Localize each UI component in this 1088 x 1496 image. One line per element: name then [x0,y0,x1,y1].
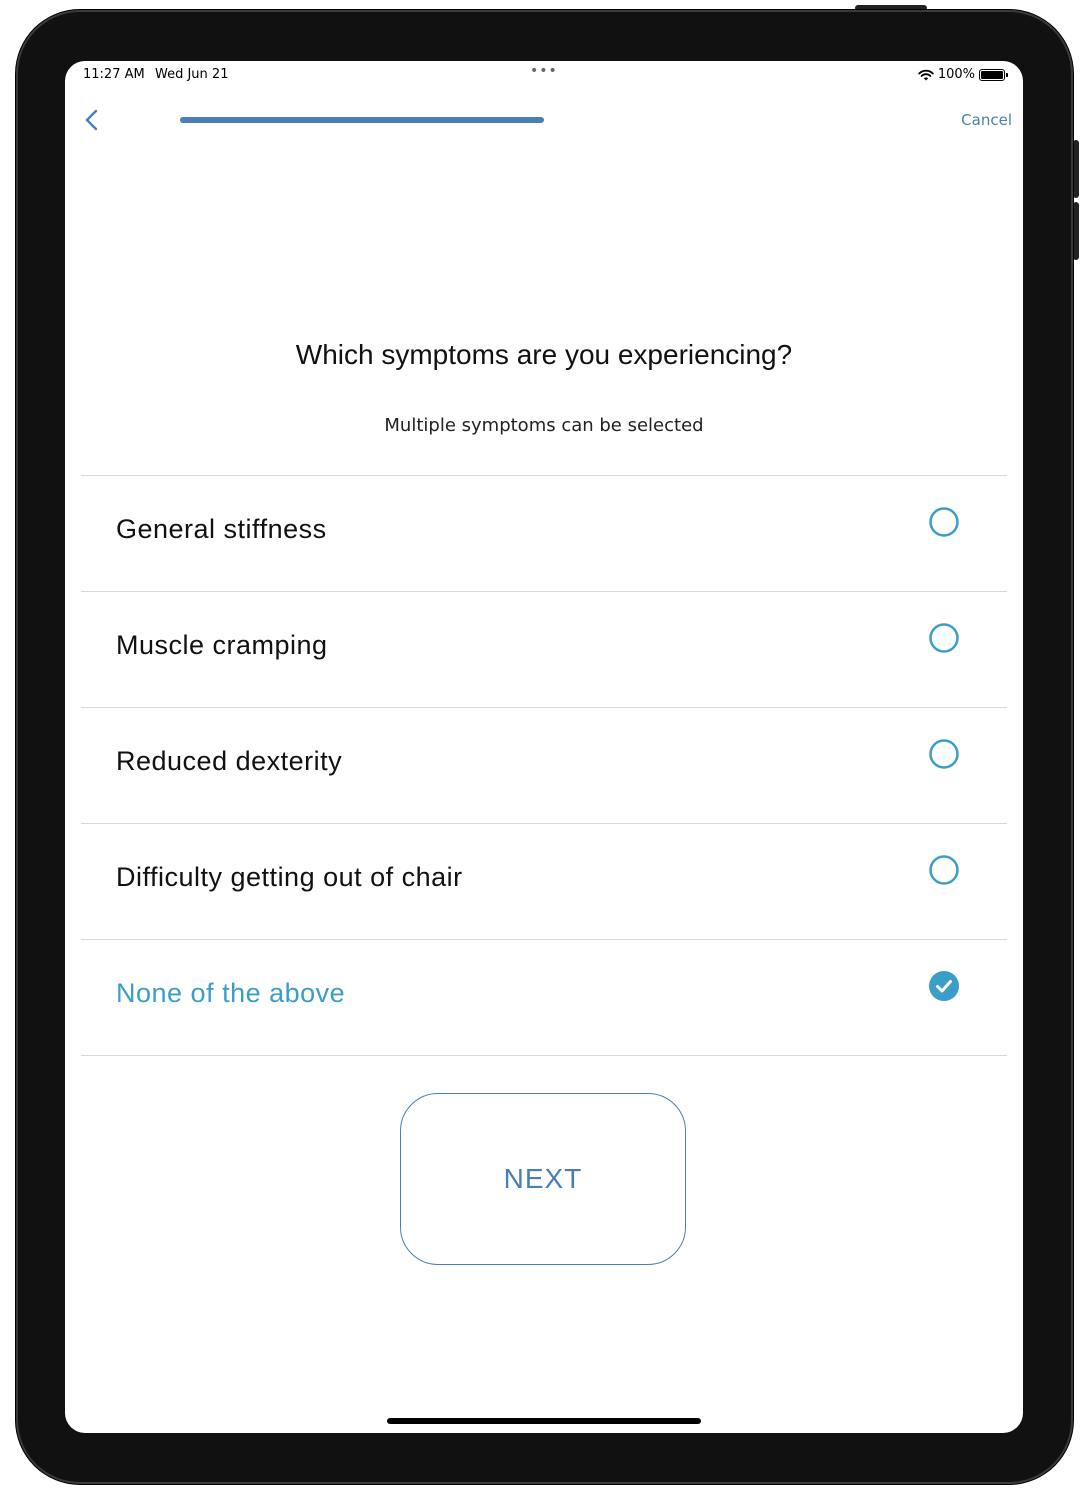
option-label: General stiffness [116,514,327,544]
status-date: Wed Jun 21 [155,67,229,82]
next-button[interactable]: NEXT [400,1093,686,1265]
status-time: 11:27 AM [83,67,145,82]
wifi-icon [918,69,934,80]
option-difficulty-chair[interactable]: Difficulty getting out of chair [81,824,1007,940]
option-label: Difficulty getting out of chair [116,862,463,892]
question-subtitle: Multiple symptoms can be selected [384,415,704,436]
chevron-left-icon[interactable] [81,107,105,133]
screen: 11:27 AM Wed Jun 21 ••• 100% Cancel Whic… [65,61,1023,1433]
option-none-of-the-above[interactable]: None of the above [81,940,1007,1056]
cancel-button[interactable]: Cancel [961,111,1012,129]
radio-empty-icon[interactable] [929,739,959,769]
radio-empty-icon[interactable] [929,507,959,537]
option-label: Muscle cramping [116,630,328,660]
radio-empty-icon[interactable] [929,623,959,653]
options-list: General stiffness Muscle cramping Reduce… [81,475,1007,1056]
option-label: Reduced dexterity [116,746,343,776]
progress-bar [180,117,544,123]
status-right: 100% [918,67,1008,82]
checkmark-circle-icon[interactable] [929,971,959,1001]
volume-down-button [1073,202,1079,260]
battery-icon [979,68,1008,81]
option-muscle-cramping[interactable]: Muscle cramping [81,592,1007,708]
multitasking-dots-icon[interactable]: ••• [530,63,558,79]
radio-empty-icon[interactable] [929,855,959,885]
option-reduced-dexterity[interactable]: Reduced dexterity [81,708,1007,824]
option-general-stiffness[interactable]: General stiffness [81,476,1007,592]
volume-up-button [1073,140,1079,198]
status-bar: 11:27 AM Wed Jun 21 ••• 100% [65,61,1023,89]
battery-percent: 100% [937,67,975,82]
progress-fill [180,117,544,123]
option-label: None of the above [116,978,346,1008]
home-indicator [387,1418,701,1424]
question-title: Which symptoms are you experiencing? [295,339,793,370]
